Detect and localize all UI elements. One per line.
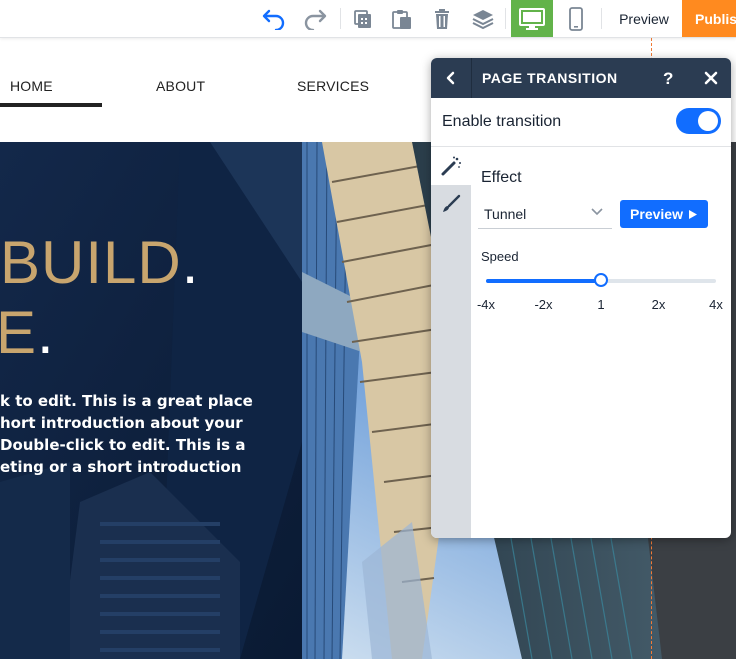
panel-header: PAGE TRANSITION ? — [431, 58, 731, 98]
redo-icon — [304, 9, 327, 30]
speed-tick-label: 1 — [597, 297, 605, 312]
paste-icon — [392, 9, 411, 29]
toolbar-separator — [340, 8, 341, 29]
toolbar-separator — [505, 8, 506, 29]
redo-button[interactable] — [300, 0, 330, 37]
toggle-knob — [698, 111, 718, 131]
panel-side-rail — [431, 147, 471, 538]
publish-button[interactable]: Publish — [682, 0, 736, 37]
effect-preview-label: Preview — [630, 206, 683, 222]
preview-button[interactable]: Preview — [611, 0, 677, 37]
effect-label: Effect — [481, 169, 522, 186]
speed-slider-fill — [486, 279, 601, 283]
undo-button[interactable] — [259, 0, 289, 37]
speed-tick-label: -2x — [534, 297, 553, 312]
chevron-down-icon — [591, 208, 603, 216]
body-line: k to edit. This is a great place — [0, 392, 253, 410]
speed-tick-label: -4x — [476, 297, 496, 312]
mobile-view-button[interactable] — [563, 0, 589, 37]
magic-wand-icon — [441, 156, 461, 176]
nav-item-services[interactable]: SERVICES — [297, 78, 369, 94]
speed-slider-handle[interactable] — [594, 273, 608, 287]
effect-dropdown[interactable]: Tunnel — [478, 199, 612, 229]
desktop-view-button[interactable] — [511, 0, 553, 37]
close-icon — [704, 71, 718, 85]
toolbar-separator — [601, 8, 602, 29]
undo-icon — [262, 9, 285, 30]
hero-left-image: BUILD. E. k to edit. This is a great pla… — [0, 142, 302, 659]
body-line: Double-click to edit. This is a — [0, 436, 246, 454]
headline-text-1: BUILD — [0, 229, 182, 296]
body-line: hort introduction about your — [0, 414, 243, 432]
nav-active-underline — [0, 103, 102, 107]
hero-headline-line1: BUILD. — [0, 228, 199, 297]
mobile-icon — [569, 6, 583, 31]
headline-text-2: E — [0, 299, 38, 366]
play-icon — [688, 209, 697, 219]
close-button[interactable] — [701, 68, 721, 88]
effect-preview-button[interactable]: Preview — [620, 200, 708, 228]
nav-item-about[interactable]: ABOUT — [156, 78, 205, 94]
enable-transition-label: Enable transition — [442, 113, 562, 130]
panel-title: PAGE TRANSITION — [482, 70, 618, 86]
chevron-left-icon — [446, 71, 455, 85]
hero-body-text: k to edit. This is a great place hort in… — [0, 390, 300, 478]
layers-icon — [472, 9, 494, 29]
enable-transition-toggle[interactable] — [676, 108, 721, 134]
headline-dot-2: . — [37, 299, 55, 366]
copy-button[interactable] — [350, 0, 376, 37]
page-transition-panel: PAGE TRANSITION ? Enable transition Effe… — [431, 58, 731, 538]
speed-tick-label: 4x — [709, 297, 723, 312]
headline-dot-1: . — [181, 229, 200, 296]
editor-toolbar: Preview Publish — [0, 0, 736, 38]
paintbrush-icon — [443, 194, 461, 212]
body-line: eting or a short introduction — [0, 458, 242, 476]
back-button[interactable] — [431, 58, 472, 98]
copy-icon — [354, 9, 371, 28]
rail-effect-tab[interactable] — [431, 147, 471, 185]
speed-label: Speed — [481, 249, 519, 264]
help-button[interactable]: ? — [663, 69, 673, 89]
enable-transition-row: Enable transition — [431, 98, 731, 147]
effect-dropdown-value: Tunnel — [484, 206, 527, 222]
desktop-icon — [519, 7, 545, 30]
nav-item-home[interactable]: HOME — [10, 78, 53, 94]
paste-button[interactable] — [389, 0, 415, 37]
speed-tick-label: 2x — [651, 297, 666, 312]
rail-design-tab[interactable] — [431, 185, 471, 223]
trash-icon — [435, 8, 449, 29]
hero-headline-line2: E. — [0, 298, 55, 367]
delete-button[interactable] — [429, 0, 455, 37]
layers-button[interactable] — [469, 0, 497, 37]
